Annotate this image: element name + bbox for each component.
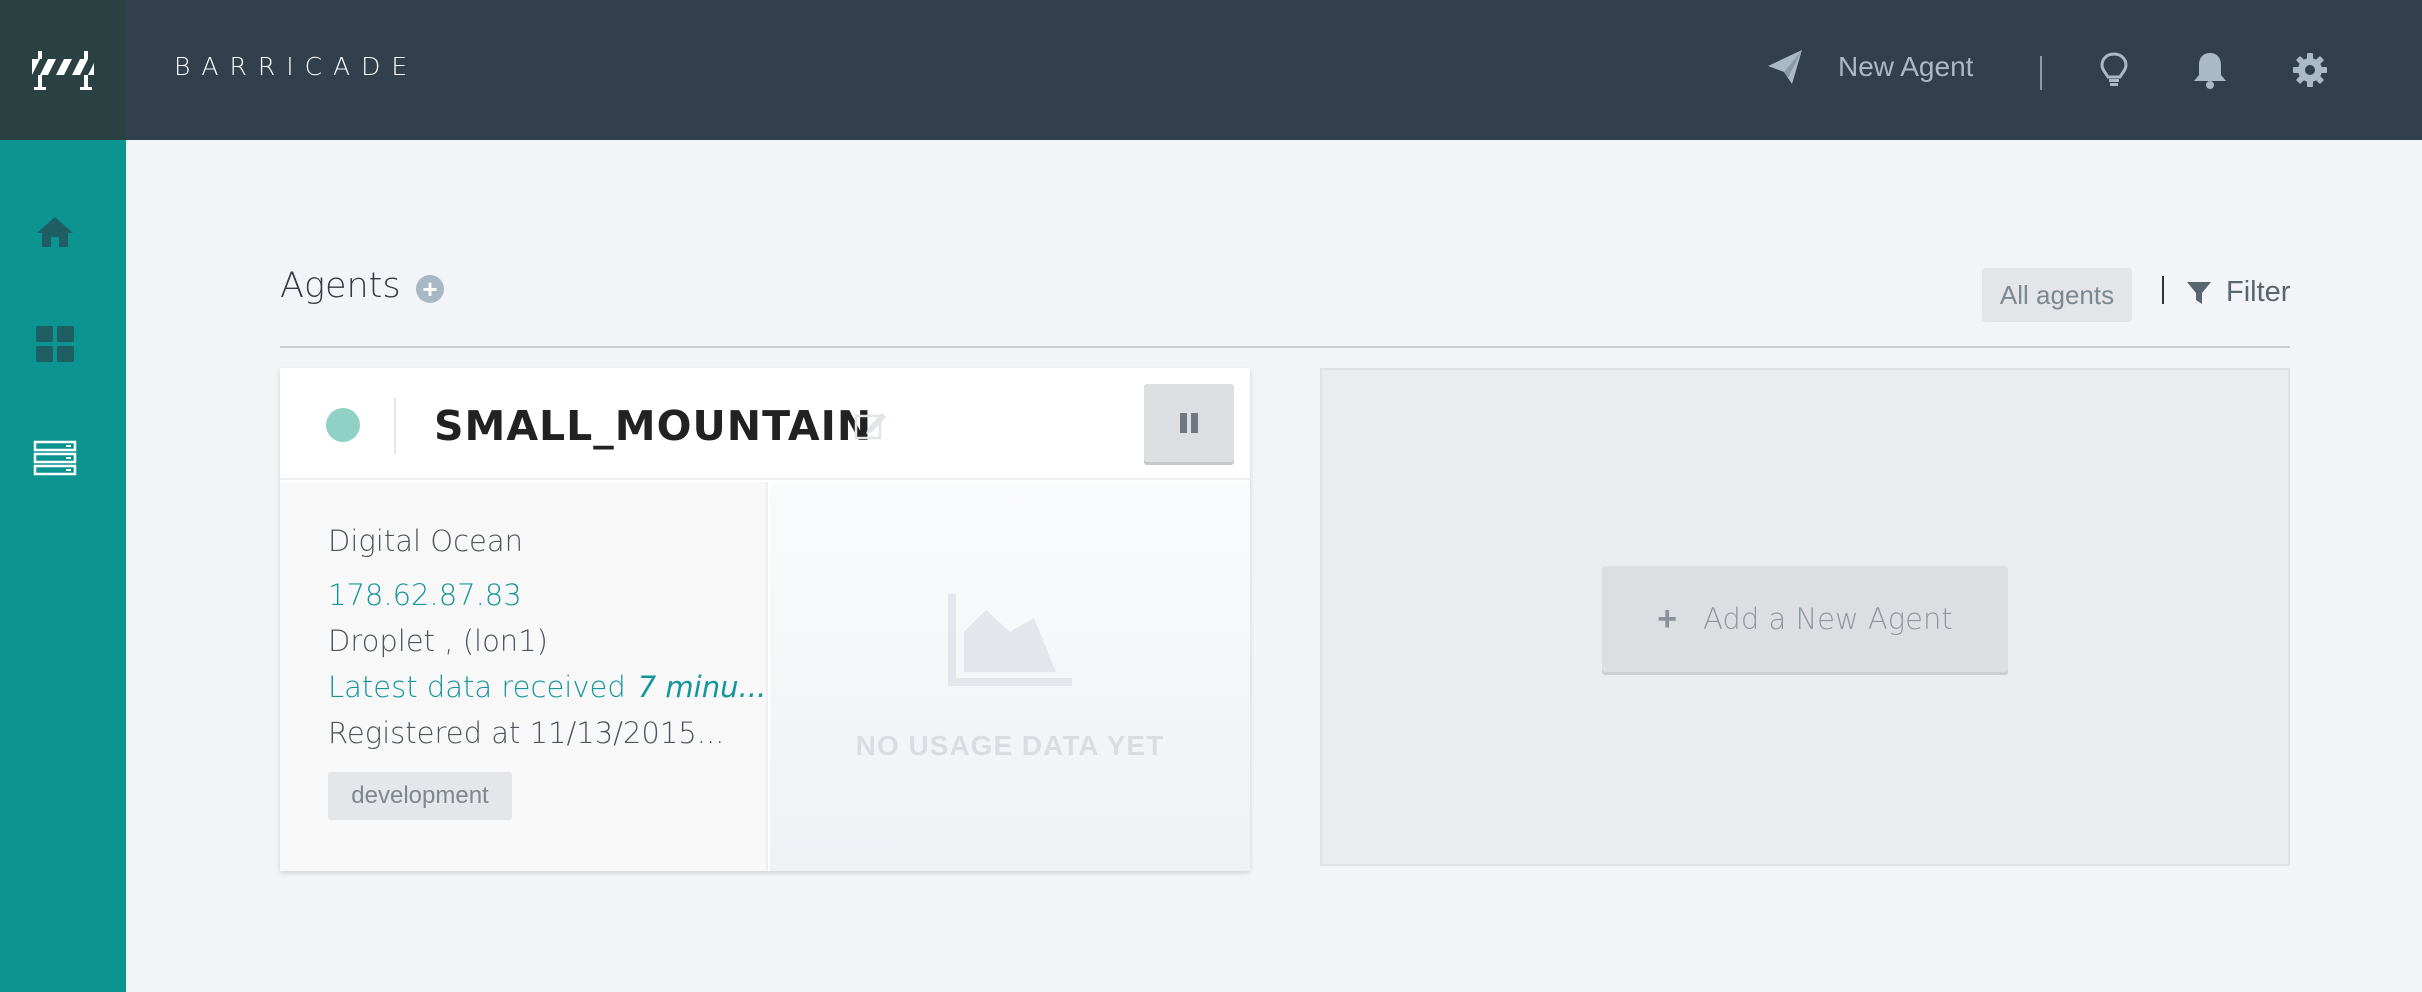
- add-new-agent-label: Add a New Agent: [1703, 602, 1953, 636]
- add-agent-icon[interactable]: +: [416, 275, 444, 303]
- new-agent-button[interactable]: New Agent: [1766, 48, 1973, 86]
- agent-latest-data: Latest data received 7 minu...: [328, 670, 766, 704]
- pencil-edit-icon: [854, 413, 886, 440]
- filter-divider: [2162, 276, 2164, 304]
- filter-button[interactable]: Filter: [2186, 276, 2290, 309]
- tips-button[interactable]: [2094, 50, 2134, 90]
- agent-ip-link[interactable]: 178.62.87.83: [328, 578, 522, 612]
- logo[interactable]: [0, 0, 126, 140]
- pause-icon: [1180, 413, 1198, 433]
- section-divider: [280, 346, 1290, 348]
- agent-card-header: SMALL_MOUNTAIN: [280, 368, 1250, 480]
- settings-button[interactable]: [2290, 50, 2330, 90]
- edit-name-button[interactable]: [854, 410, 888, 445]
- bell-icon: [2194, 53, 2226, 89]
- new-agent-label: New Agent: [1838, 51, 1974, 82]
- agent-droplet: Droplet , (lon1): [328, 624, 548, 658]
- usage-panel: NO USAGE DATA YET: [770, 482, 1250, 871]
- server-stack-icon: [33, 440, 77, 476]
- plus-icon: +: [1657, 599, 1678, 638]
- top-navbar: BARRICADE New Agent: [0, 0, 2422, 140]
- add-new-agent-button[interactable]: + Add a New Agent: [1602, 566, 2008, 672]
- sidebar-item-home[interactable]: [33, 210, 77, 254]
- filter-label: Filter: [2226, 276, 2291, 308]
- area-chart-icon: [948, 594, 1072, 686]
- sidebar: [0, 140, 126, 992]
- barricade-logo-icon: [32, 51, 94, 90]
- sidebar-item-servers[interactable]: [33, 436, 77, 480]
- header-separator: [394, 398, 396, 454]
- agent-tag[interactable]: development: [328, 772, 512, 820]
- agent-provider: Digital Ocean: [328, 524, 524, 558]
- paper-plane-icon: [1768, 50, 1802, 84]
- all-agents-chip[interactable]: All agents: [1982, 268, 2132, 322]
- agent-info: Digital Ocean 178.62.87.83 Droplet , (lo…: [280, 482, 768, 871]
- status-indicator: [326, 408, 360, 442]
- notifications-button[interactable]: [2190, 50, 2230, 90]
- latest-data-label: Latest data received: [328, 670, 626, 704]
- home-icon: [37, 217, 73, 247]
- sidebar-item-dashboard[interactable]: [33, 322, 77, 366]
- page-title: Agents: [280, 266, 401, 306]
- grid-icon: [36, 326, 74, 362]
- agent-registered: Registered at 11/13/2015...: [328, 716, 725, 750]
- section-divider-right: [1290, 346, 2290, 348]
- funnel-icon: [2187, 281, 2211, 304]
- agent-name: SMALL_MOUNTAIN: [434, 402, 873, 450]
- agent-card: SMALL_MOUNTAIN Digital Ocean 178.62.87.8…: [280, 368, 1250, 871]
- brand-name: BARRICADE: [174, 52, 419, 81]
- lightbulb-icon: [2100, 52, 2128, 86]
- latest-data-time: 7 minu...: [637, 670, 767, 704]
- pause-button[interactable]: [1144, 384, 1234, 462]
- header-divider: [2040, 56, 2042, 90]
- gear-icon: [2293, 53, 2327, 87]
- usage-empty-message: NO USAGE DATA YET: [855, 730, 1165, 761]
